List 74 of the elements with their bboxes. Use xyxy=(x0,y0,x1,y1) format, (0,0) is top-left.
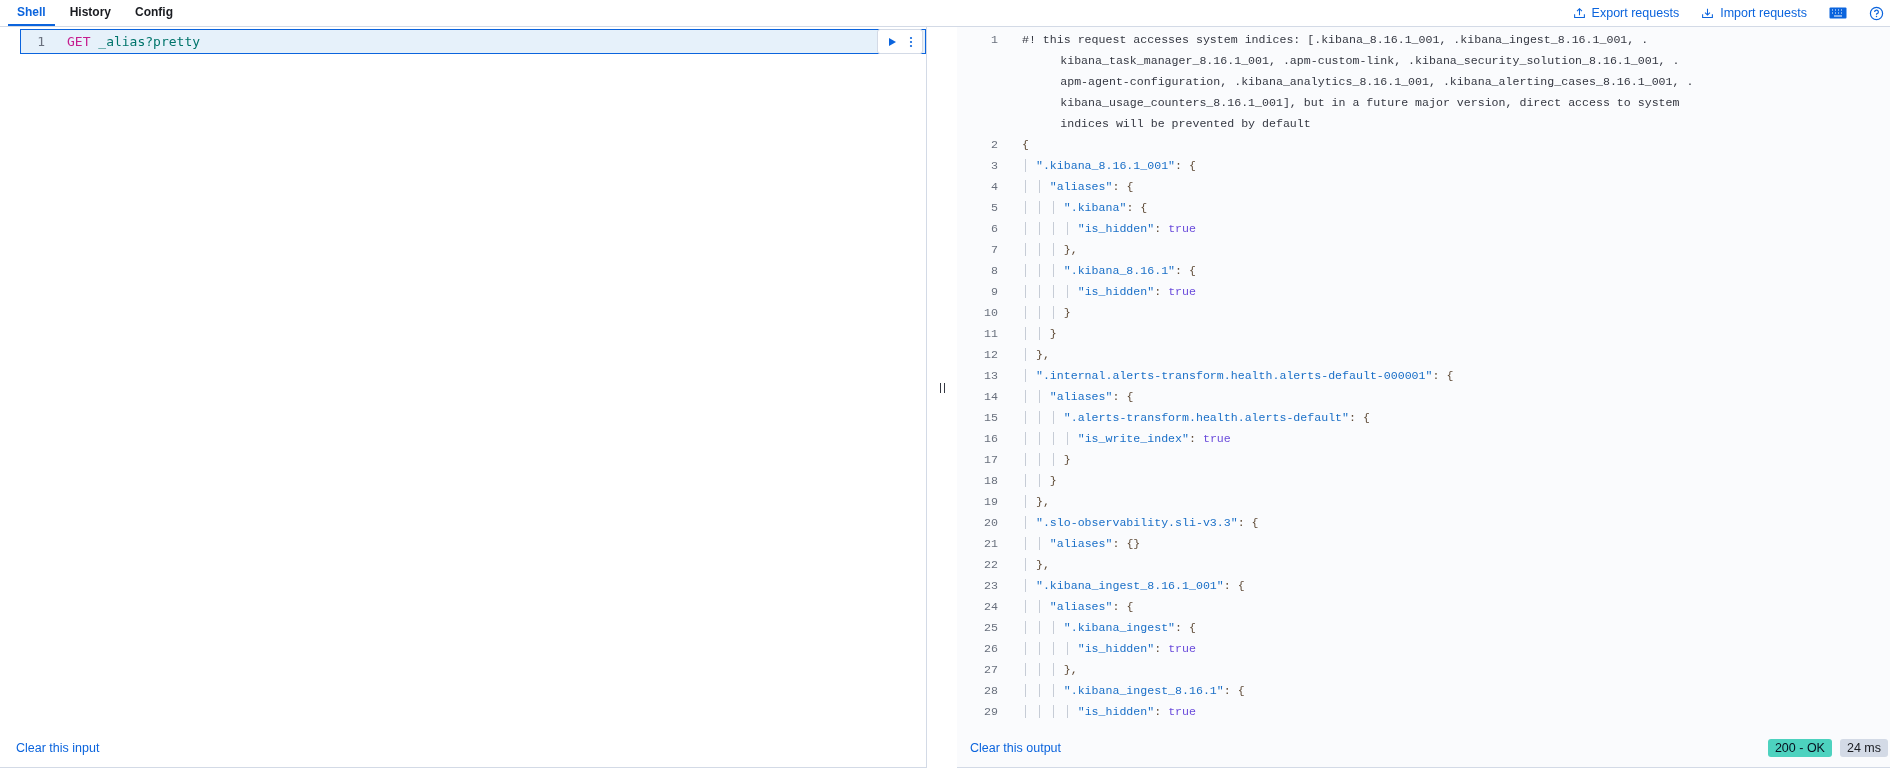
line-number: 15 xyxy=(983,410,998,426)
code-line: ".kibana_ingest_8.16.1_001": { xyxy=(1022,575,1245,596)
code-line: { xyxy=(1022,137,1029,153)
code-line: "is_hidden": true xyxy=(1022,218,1196,239)
help-icon[interactable] xyxy=(1869,5,1884,21)
code-line: ".kibana_ingest": { xyxy=(1022,617,1196,638)
line-number: 21 xyxy=(983,536,998,552)
line-number: 6 xyxy=(990,221,998,237)
export-requests-link[interactable]: Export requests xyxy=(1572,6,1680,20)
tab[interactable]: History xyxy=(60,0,121,26)
code-line: ".alerts-transform.health.alerts-default": { xyxy=(1022,407,1370,428)
line-number: 10 xyxy=(983,305,998,321)
code-line: ".kibana": { xyxy=(1022,197,1148,218)
line-number: 29 xyxy=(983,704,998,720)
code-line: }, xyxy=(1022,554,1050,575)
code-line: }, xyxy=(1022,659,1078,680)
line-number: 23 xyxy=(983,578,998,594)
line-number: 4 xyxy=(990,179,998,195)
code-line: ".kibana_ingest_8.16.1": { xyxy=(1022,680,1245,701)
code-line: "is_hidden": true xyxy=(1022,701,1196,722)
warning-comment: #! this request accesses system indices: [.kibana_8.16.1_001, .kibana_ingest_8.16.1_001, . kibana_task_manager_8.16.1_001, .apm-custom-link, .kibana_security_solution_8.16.1_001, . apm-agent-configuration, .kibana_analytics_8.16.1_001, .kibana_alerting_cases_8.16.1_001, . kibana_usage_counters_8.16.1_001], but in a future major version, direct access to system indices will be prevented by default xyxy=(1022,32,1694,132)
line-number: 2 xyxy=(990,137,998,153)
line-number: 18 xyxy=(983,473,998,489)
line-number: 11 xyxy=(983,326,998,342)
code-line: } xyxy=(1022,323,1057,344)
duration-badge: 24 ms xyxy=(1839,739,1888,757)
line-number: 25 xyxy=(983,620,998,636)
clear-input-link[interactable]: Clear this input xyxy=(16,741,100,755)
code-line: }, xyxy=(1022,344,1050,365)
code-line: "aliases": {} xyxy=(1022,533,1141,554)
code-line: }, xyxy=(1022,239,1078,260)
line-number: 1 xyxy=(990,32,998,48)
code-line: "is_hidden": true xyxy=(1022,638,1196,659)
upload-icon xyxy=(1572,6,1586,20)
line-number: 14 xyxy=(983,389,998,405)
line-number: 19 xyxy=(983,494,998,510)
vertical-dots-icon xyxy=(909,35,913,48)
code-line: "aliases": { xyxy=(1022,386,1134,407)
line-number: 8 xyxy=(990,263,998,279)
line-number: 26 xyxy=(983,641,998,657)
line-number: 1 xyxy=(36,34,45,49)
tab[interactable]: Config xyxy=(126,0,183,26)
code-line: ".slo-observability.sli-v3.3": { xyxy=(1022,512,1259,533)
line-number: 12 xyxy=(983,347,998,363)
line-number: 22 xyxy=(983,557,998,573)
line-number: 28 xyxy=(983,683,998,699)
line-number: 24 xyxy=(983,599,998,615)
line-number: 5 xyxy=(990,200,998,216)
line-number: 16 xyxy=(983,431,998,447)
download-icon xyxy=(1701,6,1715,20)
keyboard-icon[interactable] xyxy=(1829,7,1847,19)
code-line: ".kibana_8.16.1_001": { xyxy=(1022,155,1196,176)
code-line: "aliases": { xyxy=(1022,596,1134,617)
line-number: 3 xyxy=(990,158,998,174)
tab[interactable]: Shell xyxy=(8,0,55,26)
line-number: 13 xyxy=(983,368,998,384)
resize-handle[interactable] xyxy=(939,382,945,393)
code-line: ".kibana_8.16.1": { xyxy=(1022,260,1196,281)
code-line: "aliases": { xyxy=(1022,176,1134,197)
code-line: } xyxy=(1022,470,1057,491)
import-requests-link[interactable]: Import requests xyxy=(1701,6,1807,20)
line-number: 7 xyxy=(990,242,998,258)
line-number: 9 xyxy=(990,284,998,300)
line-number: 27 xyxy=(983,662,998,678)
code-line: ".internal.alerts-transform.health.alerts-default-000001": { xyxy=(1022,365,1454,386)
clear-output-link[interactable]: Clear this output xyxy=(970,741,1062,755)
code-line[interactable]: GET _alias?pretty xyxy=(67,34,201,49)
code-line: "is_hidden": true xyxy=(1022,281,1196,302)
line-number: 17 xyxy=(983,452,998,468)
code-line: }, xyxy=(1022,491,1050,512)
line-number: 20 xyxy=(983,515,998,531)
status-badge: 200 - OK xyxy=(1767,739,1832,757)
play-icon xyxy=(887,36,897,47)
code-line: "is_write_index": true xyxy=(1022,428,1231,449)
